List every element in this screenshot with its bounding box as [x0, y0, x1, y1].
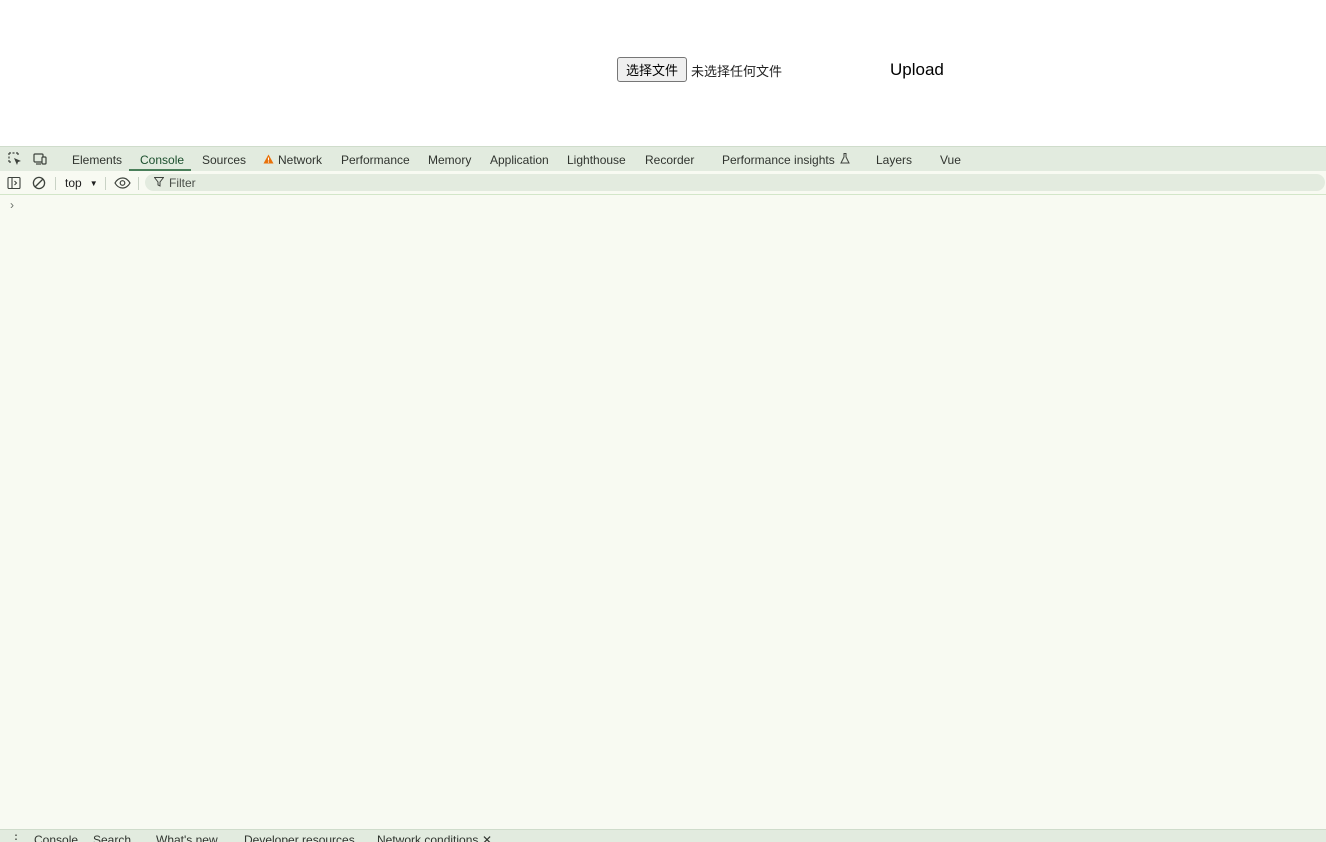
drawer-tab-console[interactable]: Console [34, 833, 78, 842]
caret-down-icon: ▼ [89, 178, 98, 188]
tab-network-label: Network [278, 152, 323, 167]
tab-performance-insights[interactable]: Performance insights [722, 147, 850, 172]
filter-placeholder: Filter [169, 175, 196, 190]
drawer-tab-whats-new[interactable]: What's new [156, 833, 218, 842]
tab-elements[interactable]: Elements [72, 147, 122, 172]
drawer-tab-search[interactable]: Search [93, 833, 131, 842]
drawer-tab-network-conditions[interactable]: Network conditions [377, 833, 478, 842]
tab-performance-insights-label: Performance insights [722, 152, 835, 167]
toolbar-divider [105, 177, 106, 190]
live-expression-eye-icon[interactable] [113, 174, 131, 192]
tab-sources[interactable]: Sources [202, 147, 246, 172]
console-filter-input[interactable]: Filter [145, 174, 1325, 191]
context-selector-value: top [65, 176, 82, 190]
tab-performance[interactable]: Performance [341, 147, 410, 172]
upload-button[interactable]: Upload [885, 57, 949, 82]
drawer-menu-icon[interactable]: ⋮ [10, 832, 22, 842]
drawer-tab-developer-resources[interactable]: Developer resources [244, 833, 355, 842]
toolbar-divider [55, 177, 56, 190]
devtools-drawer-tabbar: ⋮ Console Search What's new Developer re… [0, 829, 1326, 842]
device-toolbar-icon[interactable] [31, 151, 49, 167]
file-status-text: 未选择任何文件 [691, 65, 783, 80]
tab-application[interactable]: Application [490, 147, 549, 172]
context-selector[interactable]: top ▼ [65, 174, 105, 192]
devtools-tabbar: Elements Console Sources Network Perform… [0, 146, 1326, 171]
clear-console-icon[interactable] [31, 174, 47, 192]
tab-layers[interactable]: Layers [876, 147, 912, 172]
choose-file-button[interactable]: 选择文件 [617, 57, 687, 82]
tab-vue[interactable]: Vue [940, 147, 961, 172]
console-prompt-chevron-icon[interactable]: › [10, 198, 14, 212]
inspect-element-icon[interactable] [6, 151, 24, 167]
page-viewport: 选择文件 未选择任何文件 Upload [0, 0, 1326, 146]
warning-icon [263, 153, 274, 167]
tab-memory[interactable]: Memory [428, 147, 471, 172]
tab-lighthouse[interactable]: Lighthouse [567, 147, 626, 172]
sidebar-toggle-icon[interactable] [6, 174, 22, 192]
tab-recorder[interactable]: Recorder [645, 147, 694, 172]
tab-network[interactable]: Network [263, 147, 322, 172]
toolbar-divider [138, 177, 139, 190]
flask-icon [839, 152, 850, 167]
devtools-panel: Elements Console Sources Network Perform… [0, 146, 1326, 842]
filter-icon [153, 176, 165, 190]
close-icon[interactable]: ✕ [482, 833, 492, 842]
